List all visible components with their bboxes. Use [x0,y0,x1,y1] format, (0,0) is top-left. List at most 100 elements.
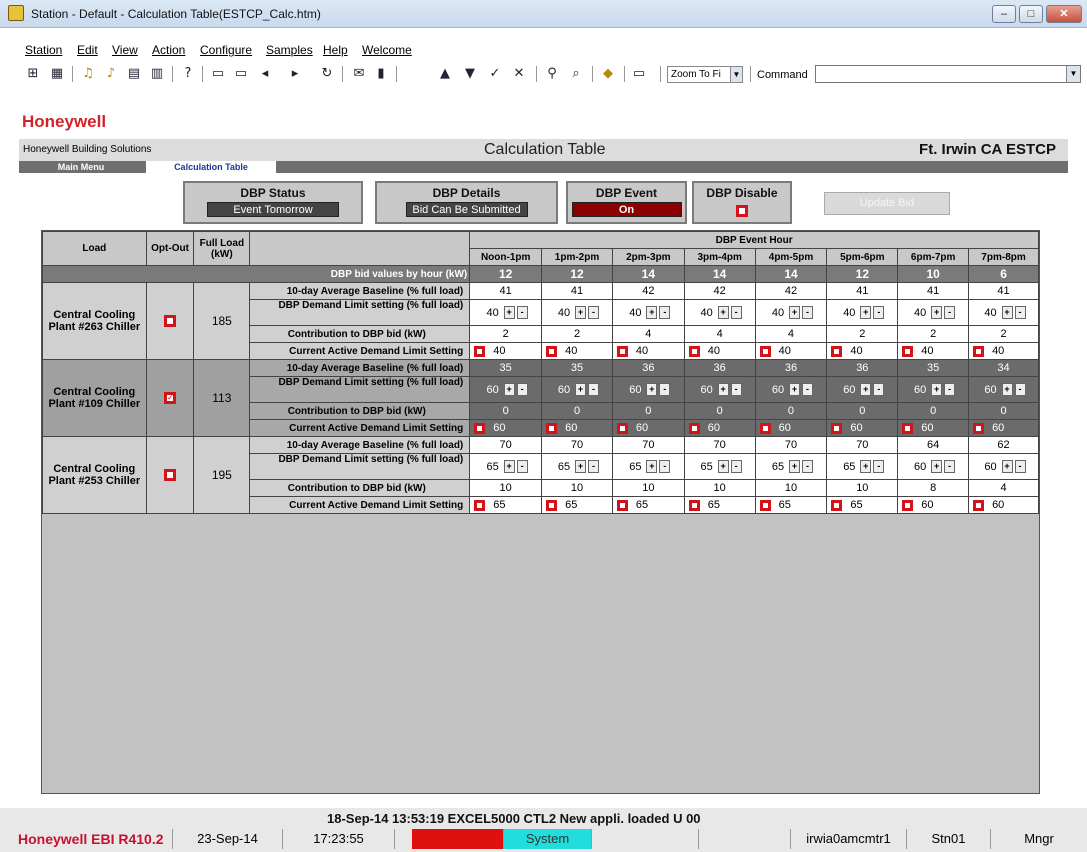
limit-increase-button[interactable]: + [788,383,800,396]
zoom-dropdown-icon[interactable]: ▼ [730,67,742,82]
limit-decrease-button[interactable]: - [588,383,599,396]
limit-increase-button[interactable]: + [1001,306,1013,319]
active-limit-checkbox[interactable] [973,422,985,434]
menu-samples[interactable]: Samples [266,43,313,57]
report-icon[interactable]: ▤ [125,65,143,83]
limit-decrease-button[interactable]: - [873,306,885,319]
active-limit-checkbox[interactable] [688,499,700,511]
limit-increase-button[interactable]: + [646,460,658,473]
active-limit-checkbox[interactable] [616,422,628,434]
close-button[interactable]: ✕ [1046,5,1082,23]
trend-icon[interactable]: ▮ [372,65,390,83]
limit-stepper[interactable]: 40 + - [840,306,885,319]
limit-increase-button[interactable]: + [931,306,943,319]
limit-increase-button[interactable]: + [860,383,872,396]
limit-increase-button[interactable]: + [717,383,729,396]
limit-stepper[interactable]: 60 + - [555,383,599,396]
active-limit-checkbox[interactable] [546,499,558,511]
help-icon[interactable]: ? [179,65,197,83]
limit-decrease-button[interactable]: - [516,460,528,473]
update-bid-button[interactable]: Update Bid [824,192,950,215]
search-icon[interactable]: ⌕ [567,65,585,83]
tab-calculation-table[interactable]: Calculation Table [146,161,276,173]
active-limit-checkbox[interactable] [973,345,985,357]
limit-stepper[interactable]: 65 + - [626,460,671,473]
dbp-disable-checkbox[interactable] [736,204,748,217]
network-icon[interactable]: ⊞ [24,65,42,83]
limit-stepper[interactable]: 40 + - [911,306,956,319]
limit-stepper[interactable]: 40 + - [484,306,528,319]
menu-configure[interactable]: Configure [200,43,252,57]
limit-decrease-button[interactable]: - [588,306,599,319]
limit-increase-button[interactable]: + [717,460,729,473]
mail-icon[interactable]: ✉ [350,65,368,83]
limit-stepper[interactable]: 40 + - [982,306,1026,319]
opt-out-checkbox[interactable] [164,469,177,481]
limit-stepper[interactable]: 60 + - [626,383,671,396]
limit-decrease-button[interactable]: - [1014,460,1026,473]
check-icon[interactable]: ✓ [486,65,504,83]
active-limit-checkbox[interactable] [546,422,558,434]
alarm-bell-icon[interactable]: ♫ [79,65,97,83]
tab-main-menu[interactable]: Main Menu [19,161,143,173]
limit-stepper[interactable]: 65 + - [484,460,528,473]
command-input[interactable]: ▼ [815,65,1081,83]
limit-increase-button[interactable]: + [503,383,515,396]
limit-increase-button[interactable]: + [1001,460,1013,473]
up-arrow-icon[interactable]: ▲ [436,65,454,83]
limit-stepper[interactable]: 40 + - [698,306,742,319]
active-limit-checkbox[interactable] [688,422,700,434]
alarm-indicator[interactable]: Alarm [412,829,504,849]
limit-increase-button[interactable]: + [575,460,586,473]
limit-increase-button[interactable]: + [503,460,515,473]
active-limit-checkbox[interactable] [759,422,771,434]
limit-decrease-button[interactable]: - [944,306,956,319]
limit-increase-button[interactable]: + [931,460,943,473]
limit-increase-button[interactable]: + [931,383,943,396]
limit-decrease-button[interactable]: - [588,460,599,473]
limit-stepper[interactable]: 60 + - [982,460,1026,473]
active-limit-checkbox[interactable] [474,422,486,434]
maximize-button[interactable]: □ [1019,5,1043,23]
limit-stepper[interactable]: 65 + - [555,460,599,473]
limit-stepper[interactable]: 60 + - [484,383,528,396]
back-icon[interactable]: ◂ [256,65,274,83]
limit-decrease-button[interactable]: - [873,383,885,396]
limit-decrease-button[interactable]: - [730,306,742,319]
limit-stepper[interactable]: 60 + - [911,460,956,473]
limit-increase-button[interactable]: + [575,383,586,396]
limit-decrease-button[interactable]: - [516,383,528,396]
diamond-icon[interactable]: ◆ [599,65,617,83]
limit-stepper[interactable]: 60 + - [769,383,813,396]
active-limit-checkbox[interactable] [688,345,700,357]
limit-decrease-button[interactable]: - [801,383,813,396]
limit-increase-button[interactable]: + [788,306,800,319]
list-icon[interactable]: ▥ [148,65,166,83]
active-limit-checkbox[interactable] [831,345,843,357]
limit-decrease-button[interactable]: - [1014,306,1026,319]
active-limit-checkbox[interactable] [474,345,486,357]
active-limit-checkbox[interactable] [759,345,771,357]
refresh-icon[interactable]: ↻ [318,65,336,83]
limit-stepper[interactable]: 60 + - [911,383,956,396]
command-dropdown-icon[interactable]: ▼ [1066,66,1080,82]
menu-view[interactable]: View [112,43,138,57]
down-arrow-icon[interactable]: ▼ [461,65,479,83]
active-limit-checkbox[interactable] [973,499,985,511]
limit-stepper[interactable]: 60 + - [840,383,885,396]
limit-decrease-button[interactable]: - [659,460,671,473]
limit-decrease-button[interactable]: - [873,460,885,473]
limit-stepper[interactable]: 65 + - [698,460,742,473]
menu-action[interactable]: Action [152,43,185,57]
active-limit-checkbox[interactable] [759,499,771,511]
active-limit-checkbox[interactable] [831,499,843,511]
active-limit-checkbox[interactable] [546,345,558,357]
limit-decrease-button[interactable]: - [801,460,813,473]
limit-increase-button[interactable]: + [860,460,872,473]
limit-increase-button[interactable]: + [717,306,729,319]
limit-decrease-button[interactable]: - [801,306,813,319]
limit-stepper[interactable]: 60 + - [698,383,742,396]
grid-view-icon[interactable]: ▦ [48,65,66,83]
menu-edit[interactable]: Edit [77,43,98,57]
active-limit-checkbox[interactable] [902,422,914,434]
